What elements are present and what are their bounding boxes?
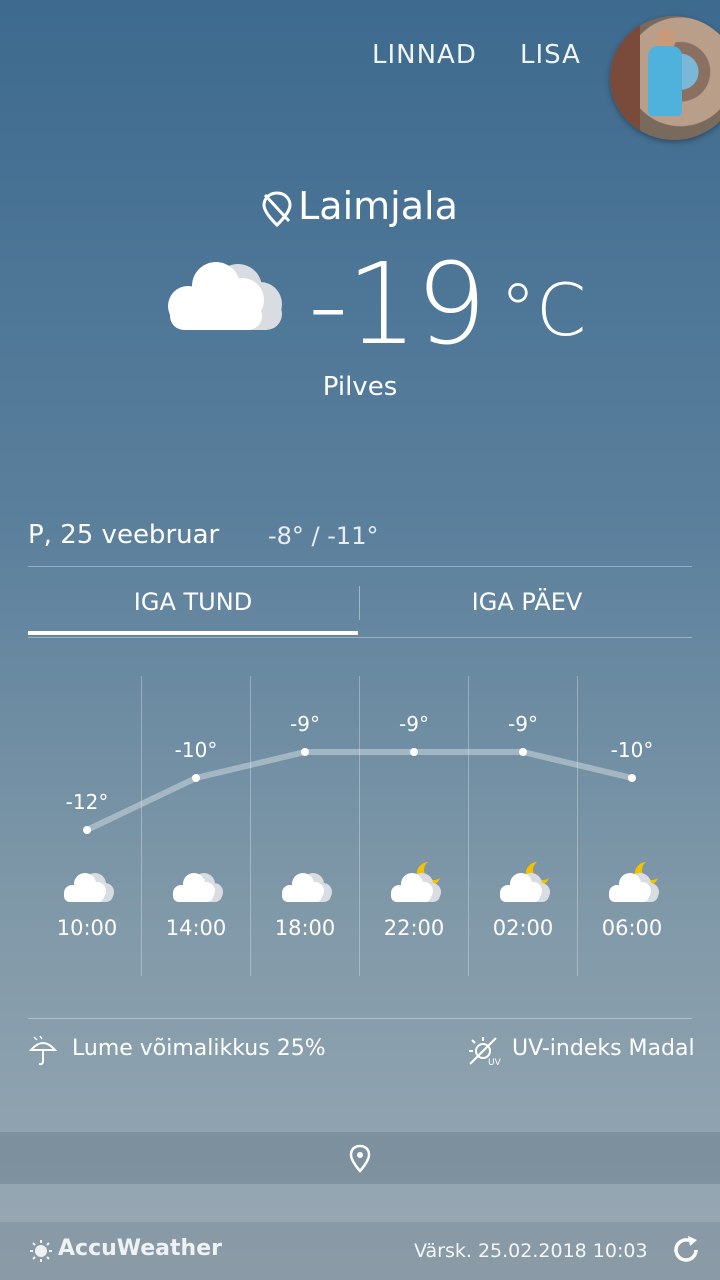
temperature-point — [83, 826, 91, 834]
cloudy-night-icon — [609, 862, 659, 902]
temperature-point — [519, 748, 527, 756]
last-updated: Värsk. 25.02.2018 10:03 — [414, 1240, 648, 1262]
umbrella-snow-icon — [28, 1035, 58, 1066]
uv-index-icon: UV — [469, 1037, 502, 1066]
today-date: P, 25 veebruar — [28, 520, 220, 550]
city-header: Laimjala — [0, 184, 720, 228]
temperature-unit: °C — [500, 268, 587, 352]
accuweather-logo[interactable]: AccuWeather — [58, 1236, 222, 1261]
divider — [28, 637, 692, 638]
add-button[interactable]: LISA — [520, 40, 581, 70]
avatar[interactable] — [610, 16, 720, 140]
hourly-temp-label: -10° — [174, 738, 218, 762]
cloudy-icon — [173, 873, 223, 902]
avatar-person — [648, 46, 682, 116]
today-high-low: -8° / -11° — [268, 522, 379, 550]
city-name: Laimjala — [298, 184, 458, 228]
map-bar[interactable] — [0, 1132, 720, 1184]
hourly-time: 10:00 — [56, 916, 118, 940]
temperature-point — [628, 774, 636, 782]
cloudy-night-icon — [391, 862, 441, 902]
svg-text:UV: UV — [488, 1058, 502, 1066]
hourly-time: 22:00 — [383, 916, 445, 940]
hourly-temp-label: -9° — [508, 712, 538, 736]
temperature-point — [192, 774, 200, 782]
cloudy-icon — [168, 262, 282, 330]
uv-index: UV-indeks Madal — [512, 1036, 695, 1061]
temperature-line — [85, 749, 633, 833]
hourly-temp-label: -9° — [290, 712, 320, 736]
current-temperature: -19 — [308, 240, 487, 370]
sun-logo-icon — [30, 1240, 52, 1262]
refresh-icon[interactable] — [670, 1234, 702, 1266]
temperature-point — [410, 748, 418, 756]
hourly-time: 06:00 — [601, 916, 663, 940]
hourly-time: 18:00 — [274, 916, 336, 940]
tab-divider — [359, 586, 360, 620]
tab-daily[interactable]: IGA PÄEV — [362, 588, 692, 616]
divider — [28, 1018, 692, 1019]
current-condition: Pilves — [322, 372, 398, 402]
location-off-icon — [262, 190, 292, 227]
tab-hourly[interactable]: IGA TUND — [28, 588, 358, 616]
location-pin-icon[interactable] — [349, 1144, 371, 1174]
cloudy-night-icon — [500, 862, 550, 902]
cities-button[interactable]: LINNAD — [372, 40, 477, 70]
tab-indicator — [28, 631, 358, 635]
avatar-background — [610, 16, 640, 140]
hourly-temp-label: -10° — [610, 738, 654, 762]
hourly-time: 02:00 — [492, 916, 554, 940]
hourly-temp-label: -9° — [399, 712, 429, 736]
temperature-point — [301, 748, 309, 756]
divider — [28, 566, 692, 567]
hourly-time: 14:00 — [165, 916, 227, 940]
hourly-temp-label: -12° — [65, 790, 109, 814]
cloudy-icon — [282, 873, 332, 902]
cloudy-icon — [64, 873, 114, 902]
snow-probability: Lume võimalikkus 25% — [72, 1036, 326, 1061]
